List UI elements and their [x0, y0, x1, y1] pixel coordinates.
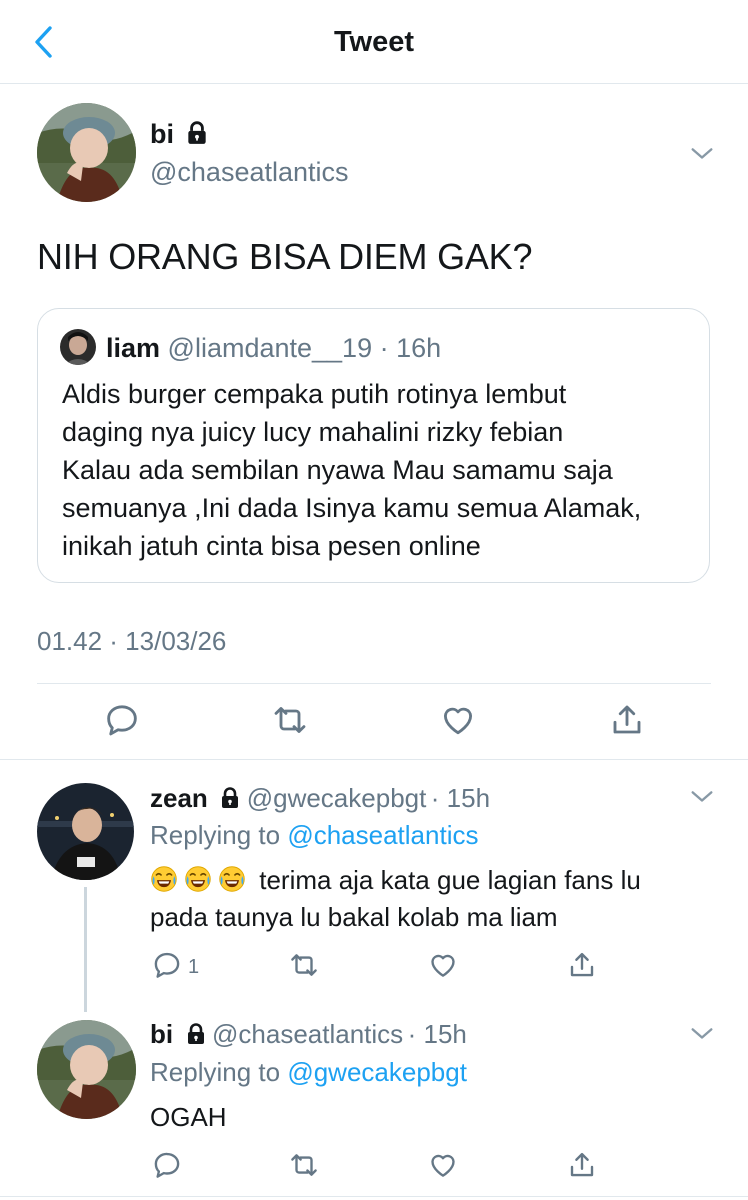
- replying-to: Replying to @chaseatlantics: [150, 820, 478, 851]
- reply-icon[interactable]: [152, 950, 182, 980]
- quote-time: · 16h: [379, 333, 442, 363]
- divider: [0, 759, 748, 760]
- reply-time: · 15h: [407, 1019, 467, 1049]
- author-name[interactable]: bi: [150, 119, 174, 149]
- chevron-down-icon[interactable]: [688, 140, 716, 168]
- reply-count: 1: [188, 956, 200, 978]
- quote-avatar: [60, 329, 96, 365]
- quote-author-handle: @liamdante__19: [167, 333, 373, 363]
- like-icon[interactable]: [440, 702, 476, 738]
- like-icon[interactable]: [428, 950, 458, 980]
- timestamp: 01.42 · 13/03/26: [37, 626, 227, 656]
- reply-author-handle[interactable]: @gwecakepbgt: [247, 783, 427, 813]
- replying-to: Replying to @gwecakepbgt: [150, 1057, 467, 1088]
- reply-time: · 15h: [430, 783, 491, 813]
- reply-icon[interactable]: [152, 1150, 182, 1180]
- lock-icon: [184, 120, 210, 146]
- retweet-icon[interactable]: [289, 950, 319, 980]
- page-title: Tweet: [333, 26, 415, 58]
- share-icon[interactable]: [567, 950, 597, 980]
- share-icon[interactable]: [609, 702, 645, 738]
- retweet-icon[interactable]: [272, 702, 308, 738]
- chevron-down-icon[interactable]: [688, 1020, 716, 1048]
- quote-text-line: semuanya ,Ini dada Isinya kamu semua Ala…: [62, 493, 642, 523]
- avatar[interactable]: [37, 103, 136, 202]
- tears-of-joy-emoji-icon: [218, 865, 246, 893]
- reply-author-name[interactable]: zean: [150, 783, 208, 813]
- chevron-down-icon[interactable]: [688, 783, 716, 811]
- lock-icon: [218, 786, 242, 810]
- reply-text-line: terima aja kata gue lagian fans lu: [259, 865, 641, 895]
- replying-to-handle[interactable]: @gwecakepbgt: [287, 1057, 467, 1087]
- reply-text-line: OGAH: [150, 1102, 227, 1132]
- reply-author-handle[interactable]: @chaseatlantics: [212, 1019, 403, 1049]
- lock-icon: [184, 1022, 208, 1046]
- author-handle[interactable]: @chaseatlantics: [150, 157, 349, 188]
- quote-text-line: Aldis burger cempaka putih rotinya lembu…: [62, 379, 567, 409]
- share-icon[interactable]: [567, 1150, 597, 1180]
- divider: [0, 1196, 748, 1197]
- reply-text: terima aja kata gue lagian fans lu: [150, 862, 641, 899]
- replying-to-prefix: Replying to: [150, 1057, 281, 1087]
- avatar[interactable]: [37, 1020, 136, 1119]
- replying-to-handle[interactable]: @chaseatlantics: [287, 820, 478, 850]
- thread-connector: [84, 887, 87, 1012]
- reply-author-line: zean @gwecakepbgt · 15h: [150, 783, 490, 814]
- replying-to-prefix: Replying to: [150, 820, 281, 850]
- tears-of-joy-emoji-icon: [184, 865, 212, 893]
- like-icon[interactable]: [428, 1150, 458, 1180]
- reply-text-line: pada taunya lu bakal kolab ma liam: [150, 902, 558, 932]
- reply-author-name[interactable]: bi: [150, 1019, 173, 1049]
- quote-author-name: liam: [106, 333, 161, 363]
- reply-author-line: bi @chaseatlantics · 15h: [150, 1019, 467, 1050]
- retweet-icon[interactable]: [289, 1150, 319, 1180]
- avatar[interactable]: [37, 783, 134, 880]
- reply-icon[interactable]: [104, 702, 140, 738]
- quote-text-line: Kalau ada sembilan nyawa Mau samamu saja: [62, 455, 613, 485]
- quote-author-line: liam @liamdante__19 · 16h: [106, 333, 441, 364]
- tweet-text: NIH ORANG BISA DIEM GAK?: [37, 236, 533, 277]
- tears-of-joy-emoji-icon: [150, 865, 178, 893]
- quote-text-line: inikah jatuh cinta bisa pesen online: [62, 531, 481, 561]
- quote-text-line: daging nya juicy lucy mahalini rizky feb…: [62, 417, 564, 447]
- author-line: bi: [150, 119, 210, 150]
- divider: [37, 683, 711, 684]
- quote-text: Aldis burger cempaka putih rotinya lembu…: [62, 375, 641, 565]
